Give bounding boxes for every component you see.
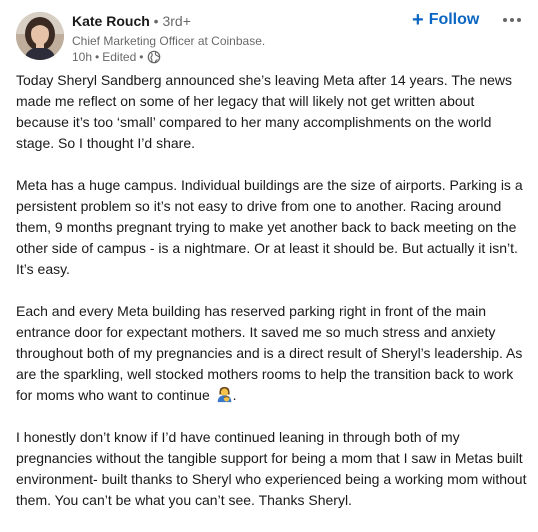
author-name-line: Kate Rouch • 3rd+ [72,12,191,30]
connection-degree: • 3rd+ [149,13,191,29]
more-options-button[interactable] [498,8,526,32]
breastfeeding-emoji [216,386,233,403]
plus-icon: + [412,9,424,31]
post-paragraph: I honestly don’t know if I’d have contin… [16,429,527,508]
globe-icon [147,50,161,64]
post-time: 10h [72,50,93,64]
post-card: Kate Rouch • 3rd+ Chief Marketing Office… [0,0,538,508]
author-headline: Chief Marketing Officer at Coinbase. [72,34,266,48]
avatar-image [16,12,64,60]
avatar[interactable] [16,12,64,60]
meta-separator: • [139,50,144,64]
post-paragraph: Each and every Meta building has reserve… [16,301,528,406]
post-text: Today Sheryl Sandberg announced she’s le… [16,70,528,532]
more-horizontal-icon [503,18,521,22]
follow-button[interactable]: + Follow [412,8,479,32]
author-name[interactable]: Kate Rouch [72,13,150,29]
meta-separator: • [95,50,100,64]
post-paragraph: Today Sheryl Sandberg announced she’s le… [16,72,513,151]
post-paragraph-end: . [232,387,237,403]
post-paragraph: Meta has a huge campus. Individual build… [16,177,523,277]
edited-label: Edited [102,50,137,64]
post-paragraph-text: Each and every Meta building has reserve… [16,303,523,403]
post-meta: 10h • Edited • [72,49,161,65]
follow-label: Follow [428,11,480,28]
